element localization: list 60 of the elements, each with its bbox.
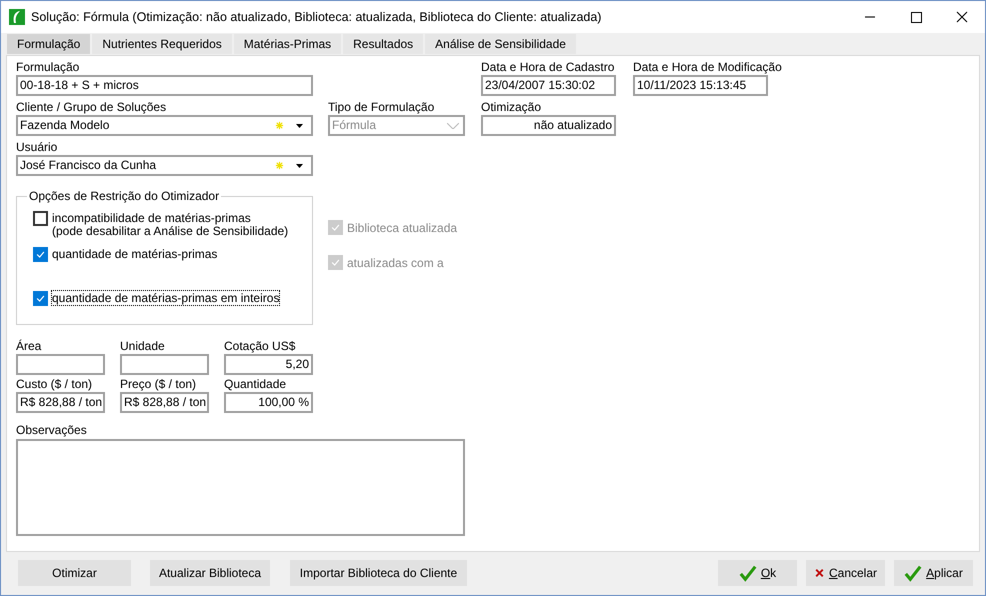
tab[interactable]: Nutrientes Requeridos	[92, 34, 232, 54]
field-label: Otimização	[481, 100, 542, 114]
field-label: Data e Hora de Modificação	[633, 60, 782, 74]
field-label: Quantidade	[224, 377, 286, 391]
field-label: Formulação	[16, 60, 80, 74]
checkmark-icon	[330, 222, 341, 233]
client-dropdown[interactable]: Fazenda Modelo	[16, 115, 313, 136]
formulation-field[interactable]: 00-18-18 + S + micros	[16, 75, 313, 96]
tab[interactable]: Análise de Sensibilidade	[425, 34, 576, 54]
input-field[interactable]: 100,00 %	[224, 392, 313, 413]
checkbox-label: atualizadas com a	[347, 256, 444, 270]
input-field[interactable]: 5,20	[224, 354, 313, 375]
optimization-field[interactable]: não atualizado	[481, 115, 616, 136]
input-field[interactable]	[16, 354, 105, 375]
window-title: Solução: Fórmula (Otimização: não atualizado, Biblioteca: atualizada, Biblioteca do Cliente: atualizada)	[31, 10, 602, 24]
checkbox-label: Biblioteca atualizada	[347, 220, 458, 234]
group-title: Opções de Restrição do Otimizador	[28, 189, 220, 203]
field-label: Cotação US$	[224, 339, 296, 353]
chevron-icon	[447, 122, 459, 128]
field-label: Custo ($ / ton)	[16, 377, 92, 391]
checkmark-icon	[35, 293, 46, 304]
field-label: Cliente / Grupo de Soluções	[16, 100, 168, 114]
field-label: Unidade	[120, 339, 165, 353]
notes-textarea[interactable]	[16, 439, 465, 536]
input-field[interactable]: R$ 828,88 / ton	[16, 392, 105, 413]
checkbox-label[interactable]: quantidade de matérias-primas	[52, 247, 218, 261]
tab[interactable]: Matérias-Primas	[234, 34, 342, 54]
checkmark-icon	[330, 257, 341, 268]
user-dropdown[interactable]: José Francisco da Cunha	[16, 155, 313, 176]
modified-date-field[interactable]: 10/11/2023 15:13:45	[633, 75, 768, 96]
leaf-logo-icon	[9, 9, 25, 25]
tab[interactable]: Resultados	[343, 34, 424, 54]
action-button[interactable]: Otimizar	[18, 560, 131, 586]
action-button[interactable]: Atualizar Biblioteca	[150, 560, 270, 586]
created-date-field[interactable]: 23/04/2007 15:30:02	[481, 75, 616, 96]
field-label: Observações	[16, 423, 88, 437]
field-label: Preço ($ / ton)	[120, 377, 196, 391]
checkbox-label[interactable]: quantidade de matérias-primas em inteiros	[52, 291, 280, 305]
checkbox[interactable]	[33, 247, 48, 262]
asterisk-icon	[275, 161, 284, 170]
field-label: Área	[16, 339, 42, 353]
checkmark-icon	[35, 249, 46, 260]
checkmark-icon	[738, 564, 757, 582]
checkbox[interactable]	[33, 211, 48, 226]
field-label: Tipo de Formulação	[328, 100, 436, 114]
caret-icon	[296, 124, 303, 128]
input-field[interactable]	[120, 354, 209, 375]
asterisk-icon	[275, 121, 284, 130]
action-button[interactable]: Importar Biblioteca do Cliente	[290, 560, 467, 586]
field-label: Data e Hora de Cadastro	[481, 60, 616, 74]
caret-icon	[296, 164, 303, 168]
dialog-button[interactable]: Ok	[718, 560, 797, 586]
dialog-button[interactable]: Cancelar	[806, 560, 885, 586]
checkmark-icon	[904, 564, 922, 582]
field-label: Usuário	[16, 140, 58, 154]
input-field[interactable]: R$ 828,88 / ton	[120, 392, 209, 413]
tab[interactable]: Formulação	[7, 34, 90, 54]
checkbox-label[interactable]: incompatibilidade de matérias-primas (pode desabilitar a Análise de Sensibilidade)	[52, 211, 288, 238]
dialog-button[interactable]: Aplicar	[894, 560, 973, 586]
checkbox[interactable]	[33, 291, 48, 306]
